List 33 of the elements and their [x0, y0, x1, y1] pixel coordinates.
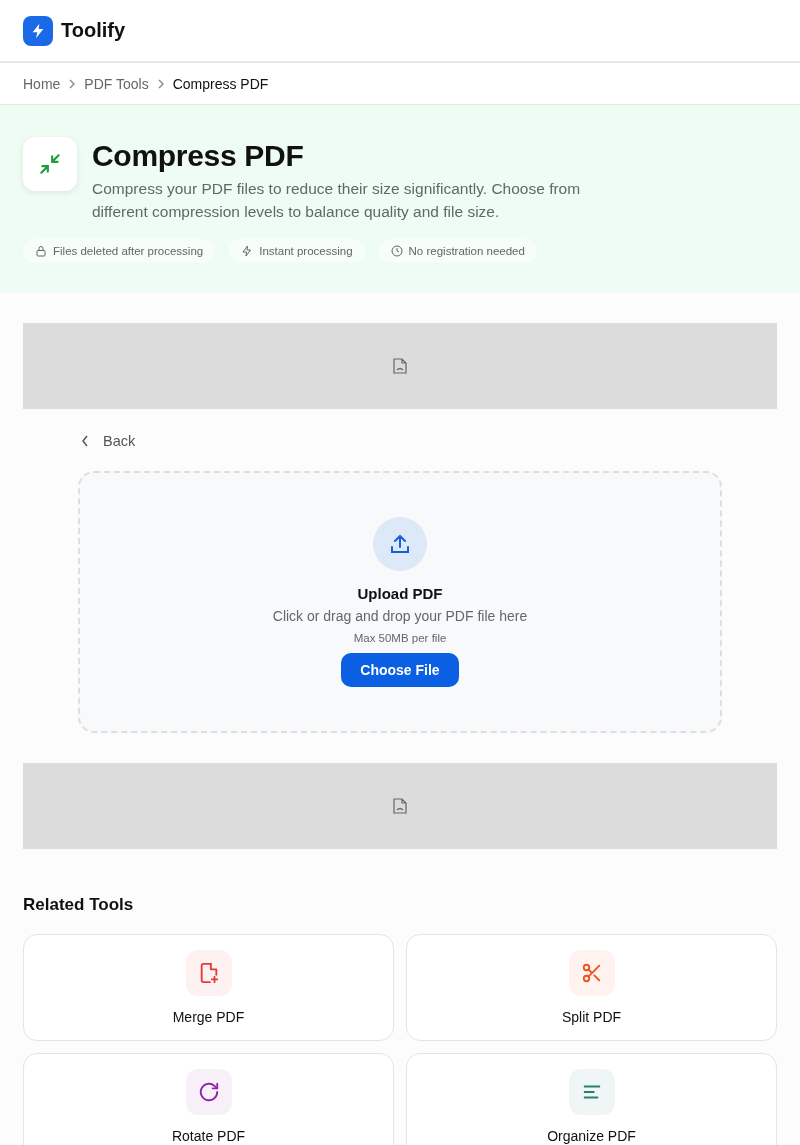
compress-arrows-icon	[37, 151, 63, 177]
feature-badge: Files deleted after processing	[23, 239, 216, 263]
breadcrumb-link[interactable]: PDF Tools	[84, 75, 149, 92]
tool-card[interactable]: Merge PDF	[23, 934, 394, 1041]
upload-title: Upload PDF	[357, 585, 443, 602]
brand-name[interactable]: Toolify	[61, 19, 126, 42]
feature-badge: Instant processing	[229, 239, 365, 263]
rotate-icon	[197, 1081, 220, 1103]
upload-hint: Click or drag and drop your PDF file here	[272, 608, 528, 624]
page-title: Compress PDF	[92, 139, 305, 173]
chevron-right-icon	[68, 78, 77, 89]
upload-dropzone[interactable]: Upload PDF Click or drag and drop your PDF file here Max 50MB per file Choose File	[78, 471, 722, 733]
feature-badge: No registration needed	[378, 239, 537, 263]
tool-card[interactable]: Organize PDF	[406, 1053, 777, 1145]
clock-icon	[390, 245, 403, 257]
chevron-left-icon	[81, 435, 89, 447]
section-heading: Related Tools	[23, 895, 135, 915]
chevron-right-icon	[156, 78, 165, 89]
breadcrumb-link[interactable]: Compress PDF	[172, 75, 269, 92]
choose-file-button[interactable]: Choose File	[341, 653, 459, 687]
lightning-icon	[241, 245, 254, 257]
page-description: Compress your PDF files to reduce their size significantly. Choose from different compression levels to balance quality and file size.	[92, 179, 582, 222]
breadcrumb-link[interactable]: Home	[23, 75, 61, 92]
upload-icon	[373, 517, 427, 571]
size-limit: Max 50MB per file	[353, 632, 447, 644]
logo-icon[interactable]	[23, 15, 53, 46]
tool-card[interactable]: Rotate PDF	[23, 1053, 394, 1145]
scissors-icon	[580, 962, 603, 984]
back-button[interactable]: Back	[81, 433, 136, 449]
broken-image-icon	[393, 358, 407, 374]
tool-card[interactable]: Split PDF	[406, 934, 777, 1041]
broken-image-icon	[393, 798, 407, 814]
lock-icon	[35, 245, 47, 257]
